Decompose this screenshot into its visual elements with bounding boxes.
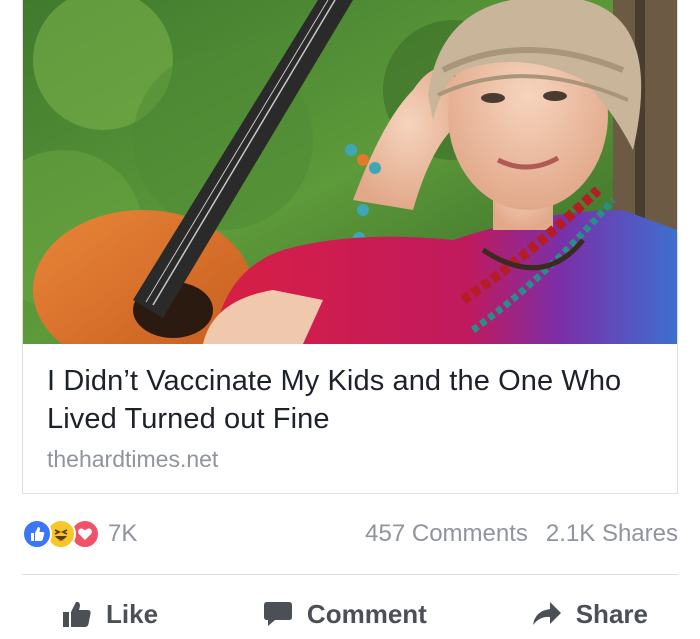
like-label: Like [106,598,159,629]
link-title[interactable]: I Didn’t Vaccinate My Kids and the One W… [47,362,647,438]
link-preview-image[interactable] [23,0,677,344]
engagement-counts: 457 Comments 2.1K Shares [365,520,678,548]
reaction-count[interactable]: 7K [108,520,137,548]
comments-count-link[interactable]: 457 Comments [365,520,528,548]
comment-label: Comment [306,598,427,629]
link-preview-text[interactable]: I Didn’t Vaccinate My Kids and the One W… [23,344,677,493]
post-action-bar: Like Comment Share [22,590,678,638]
actions-divider [22,574,678,575]
like-button[interactable]: Like [62,599,158,630]
shares-count-link[interactable]: 2.1K Shares [546,520,678,548]
like-reaction-icon [22,519,52,549]
share-label: Share [575,598,648,629]
share-arrow-icon [532,601,562,627]
link-preview-card[interactable]: I Didn’t Vaccinate My Kids and the One W… [22,0,678,494]
thumbs-up-icon [62,600,92,628]
reactions-summary[interactable]: 7K [22,519,137,549]
feed-post: I Didn’t Vaccinate My Kids and the One W… [0,0,700,639]
comment-button[interactable]: Comment [263,599,427,630]
share-button[interactable]: Share [532,599,648,630]
speech-bubble-icon [263,600,293,628]
link-domain: thehardtimes.net [47,446,219,472]
social-counts: 7K 457 Comments 2.1K Shares [22,512,678,556]
